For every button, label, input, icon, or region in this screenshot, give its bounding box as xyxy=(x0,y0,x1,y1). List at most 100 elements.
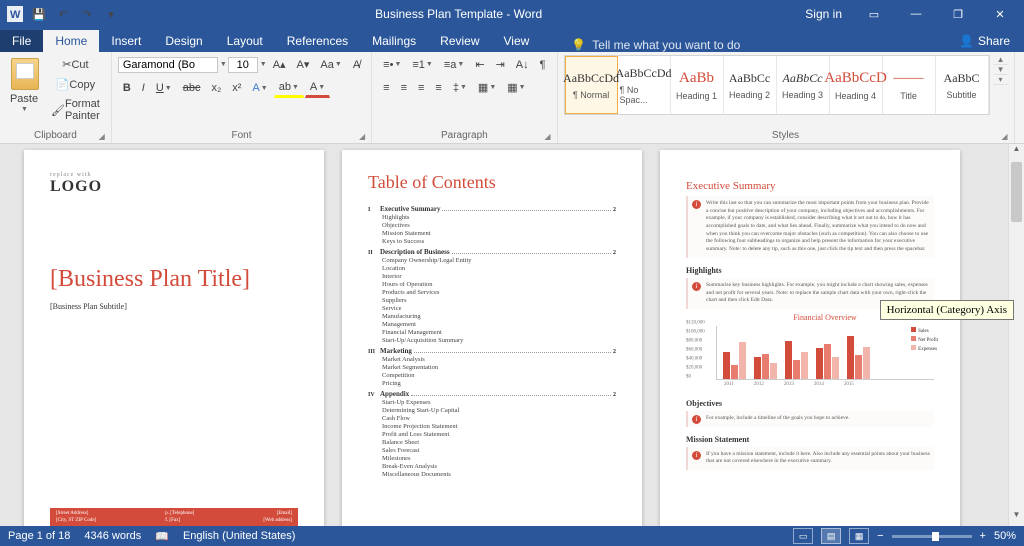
tab-view[interactable]: View xyxy=(492,30,542,52)
redo-icon[interactable]: ↷ xyxy=(76,3,98,25)
align-center-icon[interactable]: ≡ xyxy=(396,79,412,97)
select-button[interactable]: ⬚ Select ▼ xyxy=(1021,100,1024,119)
grow-font-icon[interactable]: A▴ xyxy=(268,55,291,74)
styles-group-label: Styles xyxy=(772,130,799,141)
status-words[interactable]: 4346 words xyxy=(84,530,141,542)
vertical-scrollbar[interactable]: ▲ ▼ xyxy=(1008,144,1024,526)
gallery-up-icon[interactable]: ▲ xyxy=(994,55,1008,65)
italic-icon[interactable]: I xyxy=(137,79,150,97)
paragraph-launcher-icon[interactable]: ◢ xyxy=(544,132,550,141)
font-launcher-icon[interactable]: ◢ xyxy=(359,132,365,141)
paste-button[interactable]: Paste▼ xyxy=(6,55,42,116)
font-size-combo[interactable]: 10 xyxy=(228,57,258,73)
borders-icon[interactable]: ▦▼ xyxy=(502,78,530,97)
superscript-icon[interactable]: x² xyxy=(227,79,246,97)
window-title: Business Plan Template - Word xyxy=(122,7,795,21)
indent-dec-icon[interactable]: ⇤ xyxy=(470,55,489,74)
replace-button[interactable]: ab→ Replace xyxy=(1021,78,1024,96)
tab-layout[interactable]: Layout xyxy=(215,30,275,52)
tab-file[interactable]: File xyxy=(0,30,43,52)
save-icon[interactable]: 💾 xyxy=(28,3,50,25)
bold-icon[interactable]: B xyxy=(118,79,136,97)
indent-inc-icon[interactable]: ⇥ xyxy=(491,55,510,74)
gallery-down-icon[interactable]: ▼ xyxy=(994,65,1008,75)
zoom-in-icon[interactable]: + xyxy=(980,530,986,542)
bullets-icon[interactable]: ≡•▼ xyxy=(378,56,406,74)
tab-insert[interactable]: Insert xyxy=(99,30,153,52)
zoom-slider[interactable] xyxy=(892,535,972,538)
shrink-font-icon[interactable]: A▾ xyxy=(292,55,315,74)
clipboard-launcher-icon[interactable]: ◢ xyxy=(99,132,105,141)
exec-summary-heading: Executive Summary xyxy=(686,180,934,192)
undo-icon[interactable]: ↶ xyxy=(52,3,74,25)
clear-format-icon[interactable]: A̸ xyxy=(348,56,365,74)
style--normal[interactable]: AaBbCcDd¶ Normal xyxy=(565,56,618,114)
style-heading-2[interactable]: AaBbCcHeading 2 xyxy=(724,56,777,114)
find-button[interactable]: 🔍 Find ▼ xyxy=(1021,55,1024,74)
scroll-up-icon[interactable]: ▲ xyxy=(1009,144,1024,160)
strike-icon[interactable]: abc xyxy=(178,79,206,97)
underline-icon[interactable]: U▼ xyxy=(151,79,177,97)
tell-me-search[interactable]: 💡 Tell me what you want to do xyxy=(571,38,740,52)
cut-button[interactable]: ✂ Cut xyxy=(46,55,105,74)
toc-item: Pricing xyxy=(368,380,616,387)
tab-design[interactable]: Design xyxy=(153,30,214,52)
tab-references[interactable]: References xyxy=(275,30,360,52)
styles-launcher-icon[interactable]: ◢ xyxy=(1001,132,1007,141)
tab-mailings[interactable]: Mailings xyxy=(360,30,428,52)
toc-section: IVAppendix2 xyxy=(368,390,616,398)
print-layout-icon[interactable]: ▤ xyxy=(821,528,841,544)
highlight-icon[interactable]: ab▼ xyxy=(274,78,304,98)
style--no-spac-[interactable]: AaBbCcDd¶ No Spac... xyxy=(618,56,671,114)
close-icon[interactable]: ✕ xyxy=(980,0,1020,28)
numbering-icon[interactable]: ≡1▼ xyxy=(407,56,437,74)
multilevel-icon[interactable]: ≡a▼ xyxy=(439,56,469,74)
toc-item: Mission Statement xyxy=(368,230,616,237)
toc-item: Market Analysis xyxy=(368,356,616,363)
toc-item: Determining Start-Up Capital xyxy=(368,407,616,414)
sort-icon[interactable]: A↓ xyxy=(511,56,534,74)
font-name-combo[interactable]: Garamond (Bo xyxy=(118,57,218,73)
copy-button[interactable]: 📄 Copy xyxy=(46,75,105,94)
tab-review[interactable]: Review xyxy=(428,30,491,52)
read-mode-icon[interactable]: ▭ xyxy=(793,528,813,544)
web-layout-icon[interactable]: ▦ xyxy=(849,528,869,544)
format-painter-button[interactable]: 🖌 Format Painter xyxy=(46,95,105,125)
scroll-thumb[interactable] xyxy=(1011,162,1022,222)
toc-item: Milestones xyxy=(368,455,616,462)
shading-icon[interactable]: ▦▼ xyxy=(473,78,501,97)
style-heading-4[interactable]: AaBbCcDHeading 4 xyxy=(830,56,883,114)
ribbon-options-icon[interactable]: ▭ xyxy=(854,0,894,28)
gallery-more-icon[interactable]: ▾ xyxy=(994,75,1008,85)
align-right-icon[interactable]: ≡ xyxy=(413,79,429,97)
share-button[interactable]: 👤 Share xyxy=(945,30,1024,52)
toc-item: Company Ownership/Legal Entity xyxy=(368,257,616,264)
page-1: replace with LOGO [Business Plan Title] … xyxy=(24,150,324,526)
style-heading-1[interactable]: AaBbHeading 1 xyxy=(671,56,724,114)
maximize-icon[interactable]: ❐ xyxy=(938,0,978,28)
status-language[interactable]: English (United States) xyxy=(183,530,296,542)
scroll-down-icon[interactable]: ▼ xyxy=(1009,510,1024,526)
align-left-icon[interactable]: ≡ xyxy=(378,79,394,97)
style-title[interactable]: ——Title xyxy=(883,56,936,114)
minimize-icon[interactable]: — xyxy=(896,0,936,28)
subscript-icon[interactable]: x₂ xyxy=(206,79,226,97)
change-case-icon[interactable]: Aa▼ xyxy=(315,56,346,74)
justify-icon[interactable]: ≡ xyxy=(430,79,446,97)
qat-customize-icon[interactable]: ▾ xyxy=(100,3,122,25)
style-subtitle[interactable]: AaBbCSubtitle xyxy=(936,56,989,114)
tab-home[interactable]: Home xyxy=(43,30,99,52)
zoom-level[interactable]: 50% xyxy=(994,530,1016,542)
text-effects-icon[interactable]: A▼ xyxy=(247,79,272,97)
zoom-out-icon[interactable]: − xyxy=(877,530,883,542)
status-spellcheck-icon[interactable]: 📖 xyxy=(155,530,169,543)
show-marks-icon[interactable]: ¶ xyxy=(535,56,551,74)
styles-gallery[interactable]: AaBbCcDd¶ NormalAaBbCcDd¶ No Spac...AaBb… xyxy=(564,55,990,115)
line-spacing-icon[interactable]: ‡▼ xyxy=(448,79,472,97)
signin-link[interactable]: Sign in xyxy=(795,0,852,28)
financial-overview-chart[interactable]: Financial Overview $0$20,000$40,000$60,0… xyxy=(686,313,934,391)
style-heading-3[interactable]: AaBbCcHeading 3 xyxy=(777,56,830,114)
document-area[interactable]: replace with LOGO [Business Plan Title] … xyxy=(0,144,1024,526)
status-page[interactable]: Page 1 of 18 xyxy=(8,530,70,542)
font-color-icon[interactable]: A▼ xyxy=(305,78,330,98)
